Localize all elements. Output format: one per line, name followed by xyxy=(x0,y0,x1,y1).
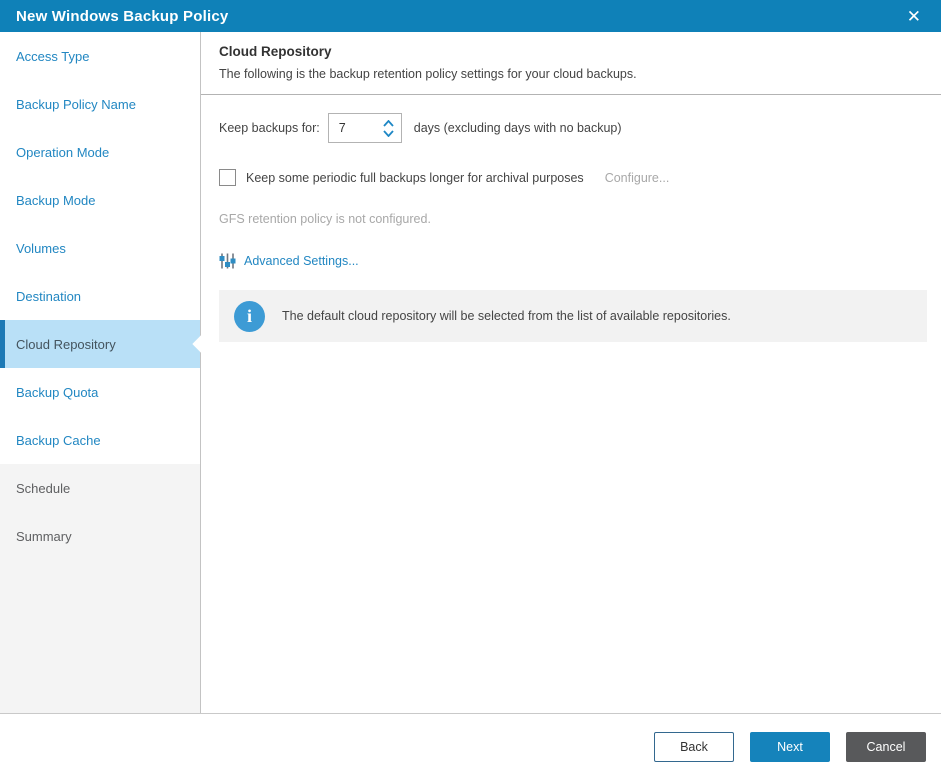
keep-backups-label: Keep backups for: xyxy=(219,121,320,135)
sidebar-item-backup-quota[interactable]: Backup Quota xyxy=(0,368,200,416)
gfs-row: Keep some periodic full backups longer f… xyxy=(219,169,927,186)
sidebar-item-backup-mode[interactable]: Backup Mode xyxy=(0,176,200,224)
sidebar-item-label: Schedule xyxy=(16,480,71,496)
sidebar-item-label: Operation Mode xyxy=(16,144,110,160)
close-icon[interactable]: ✕ xyxy=(903,6,925,27)
sidebar-item-label: Destination xyxy=(16,288,82,304)
back-button[interactable]: Back xyxy=(654,731,734,762)
sidebar-item-label: Backup Policy Name xyxy=(16,96,136,112)
sidebar-item-access-type[interactable]: Access Type xyxy=(0,32,200,80)
keep-backups-suffix: days (excluding days with no backup) xyxy=(413,121,622,135)
advanced-settings-link[interactable]: Advanced Settings... xyxy=(219,253,359,269)
advanced-settings-label[interactable]: Advanced Settings... xyxy=(244,254,359,268)
cancel-button[interactable]: Cancel xyxy=(846,731,926,762)
info-banner: i The default cloud repository will be s… xyxy=(219,290,927,342)
next-button[interactable]: Next xyxy=(750,731,830,762)
gfs-checkbox-label[interactable]: Keep some periodic full backups longer f… xyxy=(246,171,584,185)
sidebar-item-label: Summary xyxy=(16,528,72,544)
content-pane: Cloud Repository The following is the ba… xyxy=(201,32,941,713)
sidebar-item-volumes[interactable]: Volumes xyxy=(0,224,200,272)
footer-bar: Back Next Cancel xyxy=(0,713,941,779)
sliders-icon xyxy=(219,253,236,269)
sidebar-item-operation-mode[interactable]: Operation Mode xyxy=(0,128,200,176)
gfs-status-text: GFS retention policy is not configured. xyxy=(219,212,431,226)
wizard-steps-sidebar: Access Type Backup Policy Name Operation M… xyxy=(0,32,201,713)
sidebar-item-label: Cloud Repository xyxy=(16,336,116,352)
info-icon: i xyxy=(234,300,265,332)
sidebar-item-label: Backup Quota xyxy=(16,384,99,400)
sidebar-item-label: Backup Mode xyxy=(16,192,96,208)
sidebar-item-label: Access Type xyxy=(16,48,90,64)
spinner-controls xyxy=(377,114,401,142)
page-title: Cloud Repository xyxy=(219,44,332,59)
gfs-checkbox[interactable] xyxy=(219,169,236,186)
sidebar-item-cloud-repository[interactable]: Cloud Repository xyxy=(0,320,200,368)
keep-backups-days-input[interactable]: 7 xyxy=(327,113,402,143)
sidebar-item-destination[interactable]: Destination xyxy=(0,272,200,320)
spinner-down-icon[interactable] xyxy=(383,129,394,137)
sidebar-item-backup-policy-name[interactable]: Backup Policy Name xyxy=(0,80,200,128)
sidebar-item-label: Backup Cache xyxy=(16,432,101,448)
title-bar: New Windows Backup Policy ✕ xyxy=(0,0,941,32)
content-header: Cloud Repository The following is the ba… xyxy=(201,32,941,95)
keep-backups-days-value[interactable]: 7 xyxy=(329,114,377,142)
info-banner-text: The default cloud repository will be sel… xyxy=(282,309,731,323)
content-body: Keep backups for: 7 days (excluding days… xyxy=(201,95,941,360)
sidebar-filler xyxy=(0,560,200,713)
new-windows-backup-policy-dialog: New Windows Backup Policy ✕ Access Type B… xyxy=(0,0,941,779)
sidebar-item-backup-cache[interactable]: Backup Cache xyxy=(0,416,200,464)
sidebar-item-schedule[interactable]: Schedule xyxy=(0,464,200,512)
page-subtitle: The following is the backup retention po… xyxy=(219,67,637,81)
retention-row: Keep backups for: 7 days (excluding days… xyxy=(219,113,927,143)
configure-button[interactable]: Configure... xyxy=(605,171,670,185)
window-title: New Windows Backup Policy xyxy=(16,7,229,25)
spinner-up-icon[interactable] xyxy=(383,119,394,127)
sidebar-item-summary[interactable]: Summary xyxy=(0,512,200,560)
sidebar-item-label: Volumes xyxy=(16,240,66,256)
dialog-body: Access Type Backup Policy Name Operation M… xyxy=(0,32,941,713)
